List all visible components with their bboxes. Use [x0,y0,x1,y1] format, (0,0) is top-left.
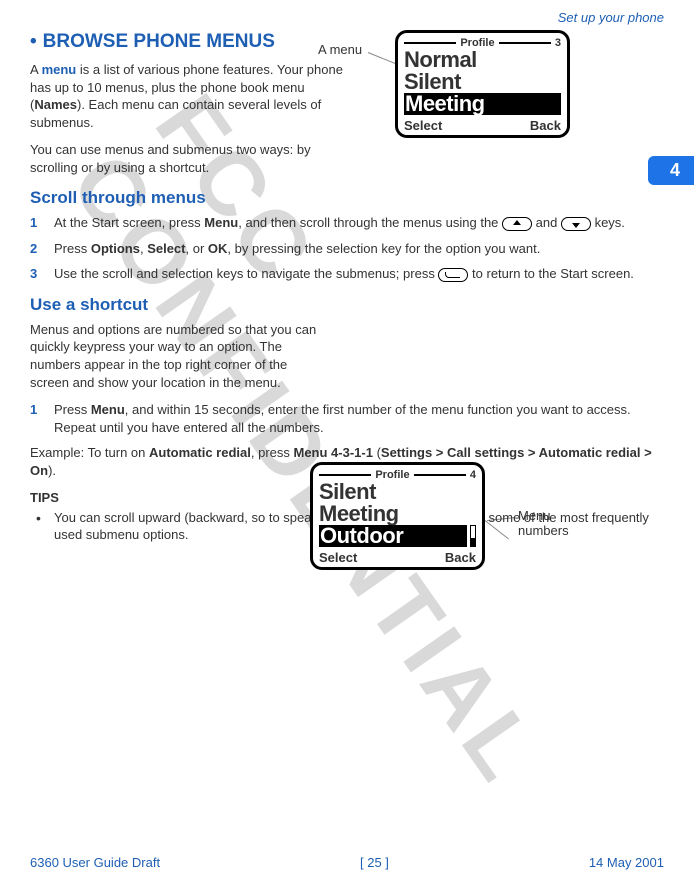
phone1-number: 3 [551,37,561,49]
phone2-softkey-select: Select [319,550,357,565]
shortcut-step-1: 1 Press Menu, and within 15 seconds, ent… [30,401,664,436]
running-head: Set up your phone [30,10,664,25]
phone2-softkey-back: Back [445,550,476,565]
chapter-tab: 4 [648,156,694,185]
scroll-step-2: 2 Press Options, Select, or OK, by press… [30,240,664,258]
scroll-steps: 1 At the Start screen, press Menu, and t… [30,214,664,283]
footer-left: 6360 User Guide Draft [30,855,160,870]
phone2-number: 4 [466,469,476,481]
figure-profile-1: Profile 3 Normal Silent Meeting Select B… [395,30,570,138]
phone1-item-normal: Normal [404,49,561,71]
footer-date: 14 May 2001 [589,855,664,870]
phone2-item-meeting: Meeting [319,503,476,525]
phone1-softkey-select: Select [404,118,442,133]
scroll-heading: Scroll through menus [30,188,664,208]
phone1-item-silent: Silent [404,71,561,93]
scrollbar-icon [470,525,476,547]
intro-paragraph-2: You can use menus and submenus two ways:… [30,141,350,176]
scroll-step-1: 1 At the Start screen, press Menu, and t… [30,214,664,232]
menu-term: menu [42,62,77,77]
phone2-item-silent: Silent [319,481,476,503]
scroll-step-3: 3 Use the scroll and selection keys to n… [30,265,664,283]
shortcut-steps: 1 Press Menu, and within 15 seconds, ent… [30,401,664,436]
page-content: Set up your phone Profile 3 Normal Silen… [0,0,694,544]
phone1-softkey-back: Back [530,118,561,133]
figure-profile-2: Profile 4 Silent Meeting Outdoor Select … [310,462,485,570]
page-footer: 6360 User Guide Draft [ 25 ] 14 May 2001 [0,855,694,870]
shortcut-heading: Use a shortcut [30,295,664,315]
bullet-icon: • [30,31,37,52]
phone2-title: Profile [371,469,413,481]
shortcut-intro: Menus and options are numbered so that y… [30,321,325,391]
phone-screen-1: Profile 3 Normal Silent Meeting Select B… [395,30,570,138]
down-key-icon [561,217,591,231]
callout-a-menu: A menu [318,42,362,57]
phone2-item-outdoor: Outdoor [319,525,476,547]
end-key-icon [438,268,468,282]
up-key-icon [502,217,532,231]
phone-screen-2: Profile 4 Silent Meeting Outdoor Select … [310,462,485,570]
footer-page-number: [ 25 ] [360,855,389,870]
intro-paragraph-1: A menu is a list of various phone featur… [30,61,350,131]
phone1-item-meeting: Meeting [404,93,561,115]
